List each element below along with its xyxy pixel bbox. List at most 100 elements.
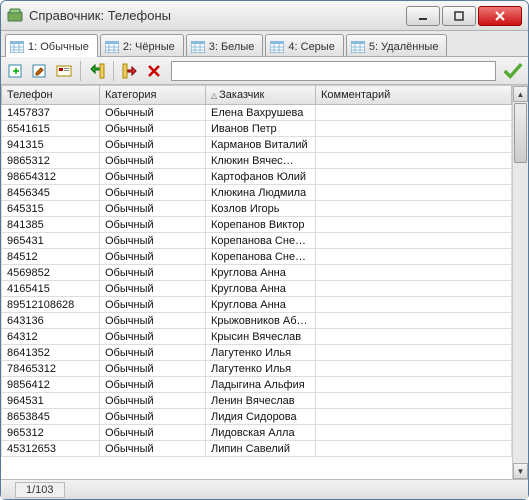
cell-customer: Лагутенко Илья bbox=[206, 361, 316, 377]
cell-category: Обычный bbox=[100, 345, 206, 361]
cell-comment bbox=[316, 361, 512, 377]
maximize-button[interactable] bbox=[442, 6, 476, 26]
column-header-category[interactable]: Категория bbox=[100, 86, 206, 105]
table-row[interactable]: 4569852ОбычныйКруглова Анна bbox=[2, 265, 512, 281]
table-row[interactable]: 8456345ОбычныйКлюкина Людмила bbox=[2, 185, 512, 201]
cell-phone: 45312653 bbox=[2, 441, 100, 457]
cell-customer: Крыжовников Аб… bbox=[206, 313, 316, 329]
cell-category: Обычный bbox=[100, 281, 206, 297]
titlebar: Справочник: Телефоны bbox=[1, 1, 528, 31]
cell-customer: Иванов Петр bbox=[206, 121, 316, 137]
cell-phone: 6541615 bbox=[2, 121, 100, 137]
cell-category: Обычный bbox=[100, 105, 206, 121]
cell-category: Обычный bbox=[100, 313, 206, 329]
cell-phone: 964531 bbox=[2, 393, 100, 409]
status-position: 1/103 bbox=[15, 482, 65, 498]
cell-phone: 1457837 bbox=[2, 105, 100, 121]
grid-icon bbox=[191, 41, 205, 53]
table-row[interactable]: 1457837ОбычныйЕлена Вахрушева bbox=[2, 105, 512, 121]
tab-label: 2: Чёрные bbox=[123, 41, 175, 53]
cell-customer: Картофанов Юлий bbox=[206, 169, 316, 185]
table-row[interactable]: 9856412ОбычныйЛадыгина Альфия bbox=[2, 377, 512, 393]
table-row[interactable]: 84512ОбычныйКорепанова Сне… bbox=[2, 249, 512, 265]
cell-phone: 64312 bbox=[2, 329, 100, 345]
tab-label: 4: Серые bbox=[288, 41, 334, 53]
column-header-customer[interactable]: △Заказчик bbox=[206, 86, 316, 105]
app-icon bbox=[7, 8, 23, 24]
card-button[interactable] bbox=[53, 60, 75, 82]
cell-phone: 9865312 bbox=[2, 153, 100, 169]
column-header-phone[interactable]: Телефон bbox=[2, 86, 100, 105]
new-record-button[interactable] bbox=[5, 60, 27, 82]
table-row[interactable]: 841385ОбычныйКорепанов Виктор bbox=[2, 217, 512, 233]
grid-icon bbox=[270, 41, 284, 53]
status-bar: 1/103 bbox=[1, 479, 528, 499]
cell-comment bbox=[316, 329, 512, 345]
table-row[interactable]: 965431ОбычныйКорепанова Сне… bbox=[2, 233, 512, 249]
cell-phone: 9856412 bbox=[2, 377, 100, 393]
cell-comment bbox=[316, 297, 512, 313]
cell-phone: 89512108628 bbox=[2, 297, 100, 313]
cell-customer: Корепанова Сне… bbox=[206, 249, 316, 265]
minimize-button[interactable] bbox=[406, 6, 440, 26]
table-row[interactable]: 941315ОбычныйКарманов Виталий bbox=[2, 137, 512, 153]
cell-comment bbox=[316, 217, 512, 233]
delete-button[interactable] bbox=[143, 60, 165, 82]
search-input[interactable] bbox=[171, 61, 496, 81]
cell-customer: Елена Вахрушева bbox=[206, 105, 316, 121]
tab-1[interactable]: 1: Обычные bbox=[5, 34, 98, 57]
cell-phone: 841385 bbox=[2, 217, 100, 233]
cell-customer: Ладыгина Альфия bbox=[206, 377, 316, 393]
column-header-comment[interactable]: Комментарий bbox=[316, 86, 512, 105]
cell-customer: Липин Савелий bbox=[206, 441, 316, 457]
cell-phone: 98654312 bbox=[2, 169, 100, 185]
grid-area: Телефон Категория △Заказчик Комментарий … bbox=[1, 85, 528, 479]
cell-customer: Лагутенко Илья bbox=[206, 345, 316, 361]
cell-comment bbox=[316, 153, 512, 169]
close-button[interactable] bbox=[478, 6, 522, 26]
separator bbox=[80, 61, 81, 81]
table-row[interactable]: 8641352ОбычныйЛагутенко Илья bbox=[2, 345, 512, 361]
cell-comment bbox=[316, 409, 512, 425]
cell-phone: 8641352 bbox=[2, 345, 100, 361]
cell-phone: 8456345 bbox=[2, 185, 100, 201]
data-table: Телефон Категория △Заказчик Комментарий … bbox=[1, 86, 512, 457]
scroll-up-button[interactable]: ▲ bbox=[513, 86, 528, 102]
sort-asc-icon: △ bbox=[211, 91, 217, 100]
tab-4[interactable]: 4: Серые bbox=[265, 34, 343, 56]
cell-phone: 4165415 bbox=[2, 281, 100, 297]
scroll-thumb[interactable] bbox=[514, 103, 527, 163]
table-row[interactable]: 643136ОбычныйКрыжовников Аб… bbox=[2, 313, 512, 329]
export-button[interactable] bbox=[119, 60, 141, 82]
table-row[interactable]: 8653845ОбычныйЛидия Сидорова bbox=[2, 409, 512, 425]
tab-3[interactable]: 3: Белые bbox=[186, 34, 264, 56]
import-button[interactable] bbox=[86, 60, 108, 82]
table-row[interactable]: 64312ОбычныйКрысин Вячеслав bbox=[2, 329, 512, 345]
tab-label: 3: Белые bbox=[209, 41, 255, 53]
cell-category: Обычный bbox=[100, 233, 206, 249]
search-confirm-button[interactable] bbox=[502, 60, 524, 82]
table-row[interactable]: 89512108628ОбычныйКруглова Анна bbox=[2, 297, 512, 313]
table-row[interactable]: 6541615ОбычныйИванов Петр bbox=[2, 121, 512, 137]
table-row[interactable]: 645315ОбычныйКозлов Игорь bbox=[2, 201, 512, 217]
table-row[interactable]: 78465312ОбычныйЛагутенко Илья bbox=[2, 361, 512, 377]
vertical-scrollbar[interactable]: ▲ ▼ bbox=[512, 86, 528, 479]
tab-5[interactable]: 5: Удалённые bbox=[346, 34, 448, 56]
table-row[interactable]: 964531ОбычныйЛенин Вячеслав bbox=[2, 393, 512, 409]
table-row[interactable]: 965312ОбычныйЛидовская Алла bbox=[2, 425, 512, 441]
table-row[interactable]: 98654312ОбычныйКартофанов Юлий bbox=[2, 169, 512, 185]
table-row[interactable]: 4165415ОбычныйКруглова Анна bbox=[2, 281, 512, 297]
separator bbox=[113, 61, 114, 81]
window-controls bbox=[406, 6, 522, 26]
scroll-down-button[interactable]: ▼ bbox=[513, 463, 528, 479]
cell-customer: Круглова Анна bbox=[206, 265, 316, 281]
edit-record-button[interactable] bbox=[29, 60, 51, 82]
tab-2[interactable]: 2: Чёрные bbox=[100, 34, 184, 56]
cell-phone: 8653845 bbox=[2, 409, 100, 425]
table-row[interactable]: 45312653ОбычныйЛипин Савелий bbox=[2, 441, 512, 457]
cell-phone: 78465312 bbox=[2, 361, 100, 377]
cell-phone: 941315 bbox=[2, 137, 100, 153]
table-row[interactable]: 9865312ОбычныйКлюкин Вячес… bbox=[2, 153, 512, 169]
grid-icon bbox=[10, 41, 24, 53]
cell-comment bbox=[316, 425, 512, 441]
